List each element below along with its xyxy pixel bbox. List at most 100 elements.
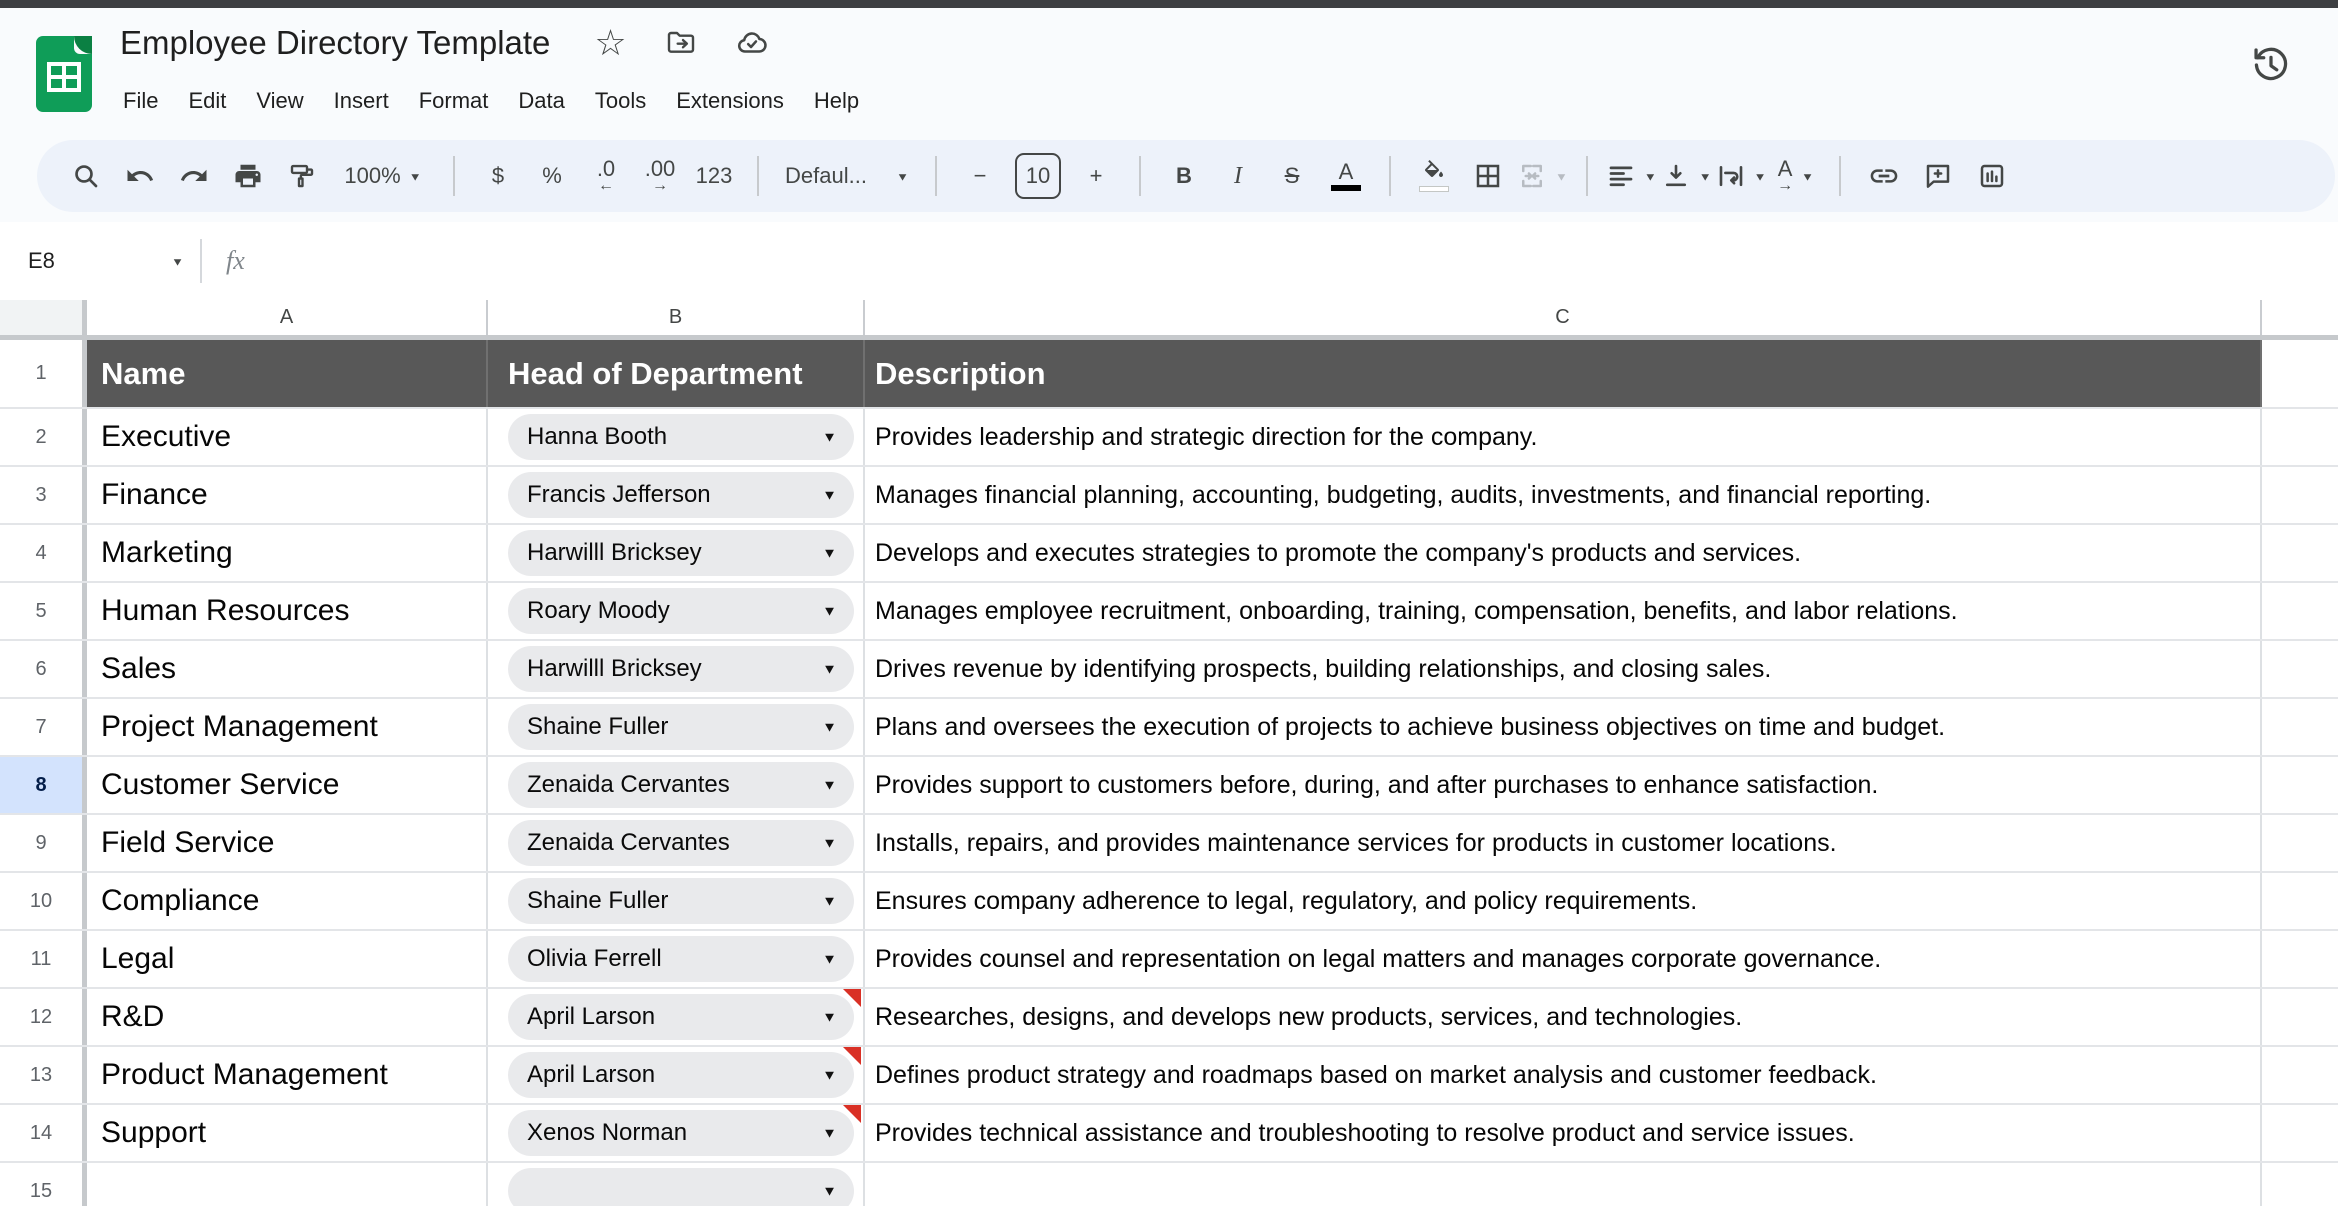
text-color-button[interactable]: A bbox=[1321, 150, 1371, 202]
head-dropdown-chip[interactable]: Zenaida Cervantes ▼ bbox=[508, 762, 854, 808]
row-header-cell[interactable]: 1 bbox=[0, 340, 87, 407]
column-header-b[interactable]: B bbox=[488, 300, 865, 335]
column-header-d[interactable] bbox=[2262, 300, 2338, 335]
cell-name[interactable]: R&D bbox=[87, 989, 488, 1045]
head-dropdown-chip[interactable]: Shaine Fuller ▼ bbox=[508, 878, 854, 924]
version-history-icon[interactable] bbox=[2248, 42, 2294, 93]
italic-button[interactable]: I bbox=[1213, 150, 1263, 202]
row-header-cell[interactable]: 15 bbox=[0, 1163, 87, 1206]
head-dropdown-chip[interactable]: April Larson ▼ bbox=[508, 1052, 854, 1098]
cell-empty[interactable] bbox=[2262, 699, 2338, 755]
head-dropdown-chip[interactable]: Harwilll Bricksey ▼ bbox=[508, 646, 854, 692]
sheets-logo-icon[interactable] bbox=[36, 36, 92, 112]
cell-head[interactable]: Harwilll Bricksey ▼ bbox=[488, 525, 865, 581]
cell-empty[interactable] bbox=[2262, 409, 2338, 465]
row-header-cell[interactable]: 9 bbox=[0, 815, 87, 871]
head-dropdown-chip[interactable]: Xenos Norman ▼ bbox=[508, 1110, 854, 1156]
format-currency-button[interactable]: $ bbox=[473, 150, 523, 202]
head-dropdown-chip[interactable]: Shaine Fuller ▼ bbox=[508, 704, 854, 750]
zoom-select[interactable]: 100%▼ bbox=[331, 150, 435, 202]
row-header-cell[interactable]: 4 bbox=[0, 525, 87, 581]
cell-desc[interactable]: Provides support to customers before, du… bbox=[865, 757, 2262, 813]
undo-icon[interactable] bbox=[115, 150, 165, 202]
strikethrough-button[interactable]: S bbox=[1267, 150, 1317, 202]
cell-head[interactable]: Francis Jefferson ▼ bbox=[488, 467, 865, 523]
cell-empty[interactable] bbox=[2262, 1105, 2338, 1161]
paint-format-icon[interactable] bbox=[277, 150, 327, 202]
menu-insert[interactable]: Insert bbox=[319, 82, 404, 120]
cell-name[interactable]: Project Management bbox=[87, 699, 488, 755]
cell-name[interactable] bbox=[87, 1163, 488, 1206]
cell-name[interactable]: Sales bbox=[87, 641, 488, 697]
row-header-cell[interactable]: 14 bbox=[0, 1105, 87, 1161]
cell-empty[interactable] bbox=[2262, 583, 2338, 639]
cell-name[interactable]: Executive bbox=[87, 409, 488, 465]
row-header-cell[interactable]: 2 bbox=[0, 409, 87, 465]
move-folder-icon[interactable] bbox=[665, 27, 697, 59]
cell-head[interactable]: Roary Moody ▼ bbox=[488, 583, 865, 639]
fill-color-button[interactable] bbox=[1409, 150, 1459, 202]
cell-desc[interactable]: Provides counsel and representation on l… bbox=[865, 931, 2262, 987]
menu-tools[interactable]: Tools bbox=[580, 82, 661, 120]
cell-name[interactable]: Field Service bbox=[87, 815, 488, 871]
cell-name[interactable]: Marketing bbox=[87, 525, 488, 581]
bold-button[interactable]: B bbox=[1159, 150, 1209, 202]
cell-head[interactable]: Xenos Norman ▼ bbox=[488, 1105, 865, 1161]
head-dropdown-chip[interactable]: Roary Moody ▼ bbox=[508, 588, 854, 634]
chevron-down-icon[interactable]: ▼ bbox=[171, 255, 184, 268]
cell-head[interactable]: Olivia Ferrell ▼ bbox=[488, 931, 865, 987]
cell-name[interactable]: Human Resources bbox=[87, 583, 488, 639]
row-header-cell[interactable]: 10 bbox=[0, 873, 87, 929]
cell-empty[interactable] bbox=[2262, 641, 2338, 697]
cell-empty[interactable] bbox=[2262, 757, 2338, 813]
horizontal-align-icon[interactable]: ▼ bbox=[1606, 150, 1657, 202]
head-dropdown-chip[interactable]: April Larson ▼ bbox=[508, 994, 854, 1040]
cell-desc[interactable]: Plans and oversees the execution of proj… bbox=[865, 699, 2262, 755]
cell-head[interactable]: Shaine Fuller ▼ bbox=[488, 699, 865, 755]
row-header-cell[interactable]: 5 bbox=[0, 583, 87, 639]
star-icon[interactable]: ☆ bbox=[594, 25, 626, 61]
cell-desc[interactable]: Manages financial planning, accounting, … bbox=[865, 467, 2262, 523]
text-wrap-icon[interactable]: ▼ bbox=[1716, 150, 1767, 202]
font-select[interactable]: Defaul...▼ bbox=[777, 150, 917, 202]
cloud-saved-icon[interactable] bbox=[735, 26, 769, 60]
cell-name[interactable]: Customer Service bbox=[87, 757, 488, 813]
cell-desc[interactable]: Provides leadership and strategic direct… bbox=[865, 409, 2262, 465]
cell-desc[interactable]: Installs, repairs, and provides maintena… bbox=[865, 815, 2262, 871]
cell-desc[interactable]: Develops and executes strategies to prom… bbox=[865, 525, 2262, 581]
cell-head[interactable]: April Larson ▼ bbox=[488, 989, 865, 1045]
cell-name[interactable]: Support bbox=[87, 1105, 488, 1161]
cell-head[interactable]: Shaine Fuller ▼ bbox=[488, 873, 865, 929]
name-box[interactable]: E8 ▼ bbox=[0, 248, 200, 274]
print-icon[interactable] bbox=[223, 150, 273, 202]
row-header-cell[interactable]: 12 bbox=[0, 989, 87, 1045]
menu-view[interactable]: View bbox=[241, 82, 318, 120]
menu-extensions[interactable]: Extensions bbox=[661, 82, 799, 120]
menu-data[interactable]: Data bbox=[503, 82, 579, 120]
row-header-cell[interactable]: 13 bbox=[0, 1047, 87, 1103]
cell-empty[interactable] bbox=[2262, 1163, 2338, 1206]
decrease-font-size-button[interactable]: − bbox=[955, 150, 1005, 202]
cell-empty[interactable] bbox=[2262, 1047, 2338, 1103]
header-cell-empty[interactable] bbox=[2262, 340, 2338, 407]
cell-empty[interactable] bbox=[2262, 931, 2338, 987]
search-icon[interactable] bbox=[61, 150, 111, 202]
menu-edit[interactable]: Edit bbox=[173, 82, 241, 120]
cell-desc[interactable]: Defines product strategy and roadmaps ba… bbox=[865, 1047, 2262, 1103]
cell-head[interactable]: Zenaida Cervantes ▼ bbox=[488, 815, 865, 871]
header-cell-desc[interactable]: Description bbox=[865, 340, 2262, 407]
head-dropdown-chip[interactable]: ▼ bbox=[508, 1168, 854, 1206]
cell-name[interactable]: Finance bbox=[87, 467, 488, 523]
menu-help[interactable]: Help bbox=[799, 82, 874, 120]
menu-file[interactable]: File bbox=[108, 82, 173, 120]
cell-desc[interactable]: Drives revenue by identifying prospects,… bbox=[865, 641, 2262, 697]
redo-icon[interactable] bbox=[169, 150, 219, 202]
cell-desc[interactable]: Provides technical assistance and troubl… bbox=[865, 1105, 2262, 1161]
font-size-input[interactable]: 10 bbox=[1015, 153, 1061, 199]
row-header-cell[interactable]: 6 bbox=[0, 641, 87, 697]
cell-empty[interactable] bbox=[2262, 525, 2338, 581]
head-dropdown-chip[interactable]: Olivia Ferrell ▼ bbox=[508, 936, 854, 982]
decrease-decimal-button[interactable]: .0← bbox=[581, 150, 631, 202]
number-format-button[interactable]: 123 bbox=[689, 150, 739, 202]
head-dropdown-chip[interactable]: Francis Jefferson ▼ bbox=[508, 472, 854, 518]
